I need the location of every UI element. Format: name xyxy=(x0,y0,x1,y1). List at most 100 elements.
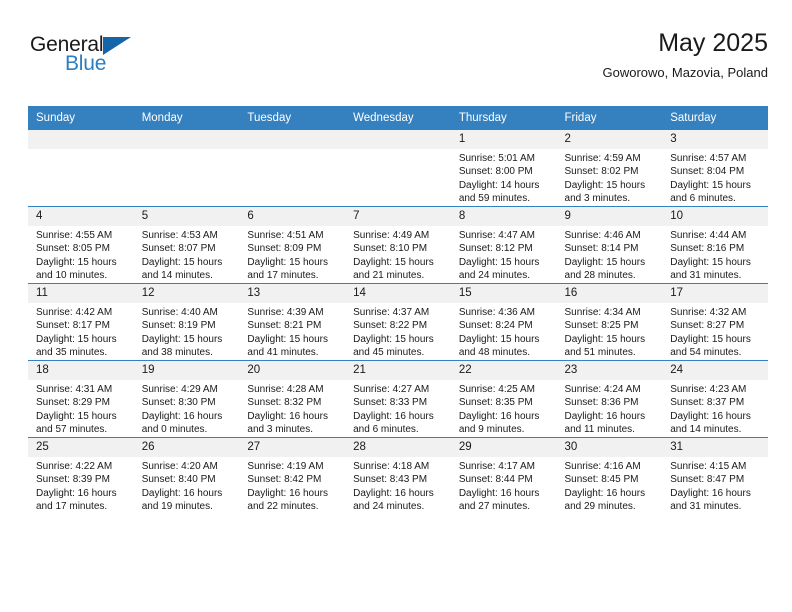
page-header: General Blue May 2025 Goworowo, Mazovia,… xyxy=(28,28,768,96)
day-detail-line: Sunrise: 4:32 AM xyxy=(670,307,747,318)
calendar-day-cell[interactable]: 15 Sunrise: 4:36 AM Sunset: 8:24 PM Dayligh… xyxy=(450,283,557,361)
day-detail-line: Daylight: 16 hours xyxy=(247,487,329,499)
day-detail-line: Daylight: 15 hours xyxy=(141,333,223,345)
calendar-day-cell[interactable]: 5 Sunrise: 4:53 AM Sunset: 8:07 PM Daylight… xyxy=(133,206,240,284)
day-cell-inner: 2 Sunrise: 4:59 AM Sunset: 8:02 PM Daylight… xyxy=(556,130,663,206)
day-detail-line: Sunrise: 4:34 AM xyxy=(564,307,641,318)
calendar-day-cell[interactable]: 28 Sunrise: 4:18 AM Sunset: 8:43 PM Dayligh… xyxy=(345,437,451,514)
day-detail-line: Sunset: 8:10 PM xyxy=(353,243,428,255)
day-cell-inner: 12 Sunrise: 4:40 AM Sunset: 8:19 PM Dayligh… xyxy=(133,284,240,360)
day-detail-line: Sunset: 8:09 PM xyxy=(247,243,322,255)
calendar-day-cell[interactable]: 6 Sunrise: 4:51 AM Sunset: 8:09 PM Daylight… xyxy=(239,206,346,284)
calendar-day-cell[interactable]: 27 Sunrise: 4:19 AM Sunset: 8:42 PM Dayligh… xyxy=(239,437,346,514)
day-detail-line: Daylight: 15 hours xyxy=(670,333,751,345)
calendar-day-cell[interactable]: 19 Sunrise: 4:29 AM Sunset: 8:30 PM Dayligh… xyxy=(133,360,240,438)
day-detail-line: Daylight: 16 hours xyxy=(458,410,540,422)
day-detail-line: Sunrise: 4:36 AM xyxy=(458,307,535,318)
calendar-day-cell[interactable]: 23 Sunrise: 4:24 AM Sunset: 8:36 PM Dayligh… xyxy=(556,360,663,438)
day-detail-line: and 48 minutes. xyxy=(458,347,530,359)
day-cell-details: Sunrise: 4:16 AM Sunset: 8:45 PM Daylight:… xyxy=(557,457,663,514)
day-detail-line: Sunset: 8:02 PM xyxy=(564,166,639,178)
weekday-header-sunday: Sunday xyxy=(28,106,134,130)
day-cell-inner: 22 Sunrise: 4:25 AM Sunset: 8:35 PM Dayligh… xyxy=(450,361,557,437)
brand-logo[interactable]: General Blue xyxy=(30,34,150,82)
calendar-day-cell[interactable]: 8 Sunrise: 4:47 AM Sunset: 8:12 PM Daylight… xyxy=(450,206,557,284)
day-cell-inner: 6 Sunrise: 4:51 AM Sunset: 8:09 PM Daylight… xyxy=(239,207,346,283)
calendar-day-cell[interactable]: 16 Sunrise: 4:34 AM Sunset: 8:25 PM Dayligh… xyxy=(556,283,663,361)
brand-name-blue: Blue xyxy=(65,52,107,75)
calendar-day-cell[interactable]: 18 Sunrise: 4:31 AM Sunset: 8:29 PM Dayligh… xyxy=(28,360,134,438)
day-detail-line: Sunrise: 4:27 AM xyxy=(353,384,430,395)
day-detail-line: and 51 minutes. xyxy=(564,347,636,359)
day-detail-line: and 10 minutes. xyxy=(36,270,108,282)
day-number: 4 xyxy=(28,207,134,226)
day-number: 11 xyxy=(28,284,134,303)
calendar-grid: Sunday Monday Tuesday Wednesday Thursday… xyxy=(28,106,768,514)
day-cell-details: Sunrise: 4:57 AM Sunset: 8:04 PM Daylight:… xyxy=(662,149,768,206)
day-detail-line: Sunrise: 4:20 AM xyxy=(141,461,218,472)
day-number: 20 xyxy=(239,361,346,380)
calendar-day-cell[interactable]: 3 Sunrise: 4:57 AM Sunset: 8:04 PM Daylight… xyxy=(662,130,768,207)
day-cell-details: Sunrise: 4:34 AM Sunset: 8:25 PM Daylight:… xyxy=(557,303,663,360)
calendar-day-cell[interactable]: 10 Sunrise: 4:44 AM Sunset: 8:16 PM Dayligh… xyxy=(662,206,768,284)
day-detail-line: Sunrise: 4:44 AM xyxy=(670,230,747,241)
day-detail-line: Sunrise: 4:31 AM xyxy=(36,384,113,395)
calendar-week-row: 25 Sunrise: 4:22 AM Sunset: 8:39 PM Dayligh… xyxy=(28,437,768,514)
calendar-day-cell[interactable]: 7 Sunrise: 4:49 AM Sunset: 8:10 PM Daylight… xyxy=(345,206,451,284)
calendar-day-cell[interactable]: 22 Sunrise: 4:25 AM Sunset: 8:35 PM Dayligh… xyxy=(450,360,557,438)
calendar-day-cell[interactable]: 4 Sunrise: 4:55 AM Sunset: 8:05 PM Daylight… xyxy=(28,206,134,284)
calendar-day-cell[interactable]: 13 Sunrise: 4:39 AM Sunset: 8:21 PM Dayligh… xyxy=(239,283,346,361)
calendar-day-cell[interactable]: 26 Sunrise: 4:20 AM Sunset: 8:40 PM Dayligh… xyxy=(133,437,240,514)
day-detail-line: Daylight: 15 hours xyxy=(353,333,434,345)
day-detail-line: and 14 minutes. xyxy=(141,270,213,282)
calendar-day-cell[interactable]: 24 Sunrise: 4:23 AM Sunset: 8:37 PM Dayligh… xyxy=(662,360,768,438)
triangle-flag-icon xyxy=(103,37,131,55)
calendar-day-cell[interactable]: 2 Sunrise: 4:59 AM Sunset: 8:02 PM Daylight… xyxy=(556,130,663,207)
day-detail-line: Sunrise: 4:17 AM xyxy=(458,461,535,472)
calendar-day-cell[interactable]: 20 Sunrise: 4:28 AM Sunset: 8:32 PM Dayligh… xyxy=(239,360,346,438)
calendar-day-cell[interactable]: 21 Sunrise: 4:27 AM Sunset: 8:33 PM Dayligh… xyxy=(345,360,451,438)
day-cell-details: Sunrise: 4:47 AM Sunset: 8:12 PM Daylight:… xyxy=(451,226,557,283)
calendar-day-cell[interactable]: 11 Sunrise: 4:42 AM Sunset: 8:17 PM Dayligh… xyxy=(28,283,134,361)
day-detail-line: Sunrise: 4:19 AM xyxy=(247,461,324,472)
calendar-day-cell[interactable]: 12 Sunrise: 4:40 AM Sunset: 8:19 PM Dayligh… xyxy=(133,283,240,361)
day-detail-line: and 54 minutes. xyxy=(670,347,742,359)
calendar-day-cell[interactable]: 29 Sunrise: 4:17 AM Sunset: 8:44 PM Dayligh… xyxy=(450,437,557,514)
calendar-day-cell[interactable]: 14 Sunrise: 4:37 AM Sunset: 8:22 PM Dayligh… xyxy=(345,283,451,361)
day-detail-line: Sunset: 8:19 PM xyxy=(141,320,216,332)
calendar-day-cell[interactable]: 25 Sunrise: 4:22 AM Sunset: 8:39 PM Dayligh… xyxy=(28,437,134,514)
day-detail-line: Daylight: 15 hours xyxy=(670,256,751,268)
day-detail-line: Sunrise: 5:01 AM xyxy=(458,153,535,164)
day-number: 10 xyxy=(662,207,768,226)
calendar-page: General Blue May 2025 Goworowo, Mazovia,… xyxy=(0,0,792,612)
day-detail-line: Sunset: 8:42 PM xyxy=(247,474,322,486)
day-detail-line: Daylight: 15 hours xyxy=(247,333,329,345)
day-detail-line: Daylight: 16 hours xyxy=(353,410,434,422)
calendar-day-cell[interactable]: 1 Sunrise: 5:01 AM Sunset: 8:00 PM Daylight… xyxy=(450,130,557,207)
day-cell-details: Sunrise: 4:59 AM Sunset: 8:02 PM Daylight:… xyxy=(557,149,663,206)
day-detail-line: Sunset: 8:04 PM xyxy=(670,166,745,178)
day-detail-line: and 6 minutes. xyxy=(670,193,736,205)
day-cell-inner: 5 Sunrise: 4:53 AM Sunset: 8:07 PM Daylight… xyxy=(133,207,240,283)
day-detail-line: and 24 minutes. xyxy=(353,501,425,513)
day-number: 9 xyxy=(556,207,663,226)
day-detail-line: Daylight: 16 hours xyxy=(564,487,646,499)
day-cell-details: Sunrise: 4:29 AM Sunset: 8:30 PM Daylight:… xyxy=(134,380,240,437)
calendar-day-cell[interactable]: 30 Sunrise: 4:16 AM Sunset: 8:45 PM Dayligh… xyxy=(556,437,663,514)
title-block: May 2025 Goworowo, Mazovia, Poland xyxy=(603,28,768,81)
day-cell-inner: 25 Sunrise: 4:22 AM Sunset: 8:39 PM Dayligh… xyxy=(28,438,134,514)
day-number: 12 xyxy=(133,284,240,303)
calendar-day-cell[interactable]: 31 Sunrise: 4:15 AM Sunset: 8:47 PM Dayligh… xyxy=(662,437,768,514)
day-detail-line: Daylight: 16 hours xyxy=(458,487,540,499)
day-cell-inner: 9 Sunrise: 4:46 AM Sunset: 8:14 PM Daylight… xyxy=(556,207,663,283)
day-detail-line: and 22 minutes. xyxy=(247,501,319,513)
day-cell-inner: 30 Sunrise: 4:16 AM Sunset: 8:45 PM Dayligh… xyxy=(556,438,663,514)
day-cell-inner: 11 Sunrise: 4:42 AM Sunset: 8:17 PM Dayligh… xyxy=(28,284,134,360)
day-detail-line: Sunset: 8:22 PM xyxy=(353,320,428,332)
day-number: 1 xyxy=(450,130,557,149)
day-detail-line: Sunset: 8:36 PM xyxy=(564,397,639,409)
day-cell-details: Sunrise: 4:24 AM Sunset: 8:36 PM Daylight:… xyxy=(557,380,663,437)
calendar-day-cell[interactable]: 17 Sunrise: 4:32 AM Sunset: 8:27 PM Dayligh… xyxy=(662,283,768,361)
calendar-day-cell[interactable]: 9 Sunrise: 4:46 AM Sunset: 8:14 PM Daylight… xyxy=(556,206,663,284)
day-detail-line: Sunrise: 4:53 AM xyxy=(141,230,218,241)
